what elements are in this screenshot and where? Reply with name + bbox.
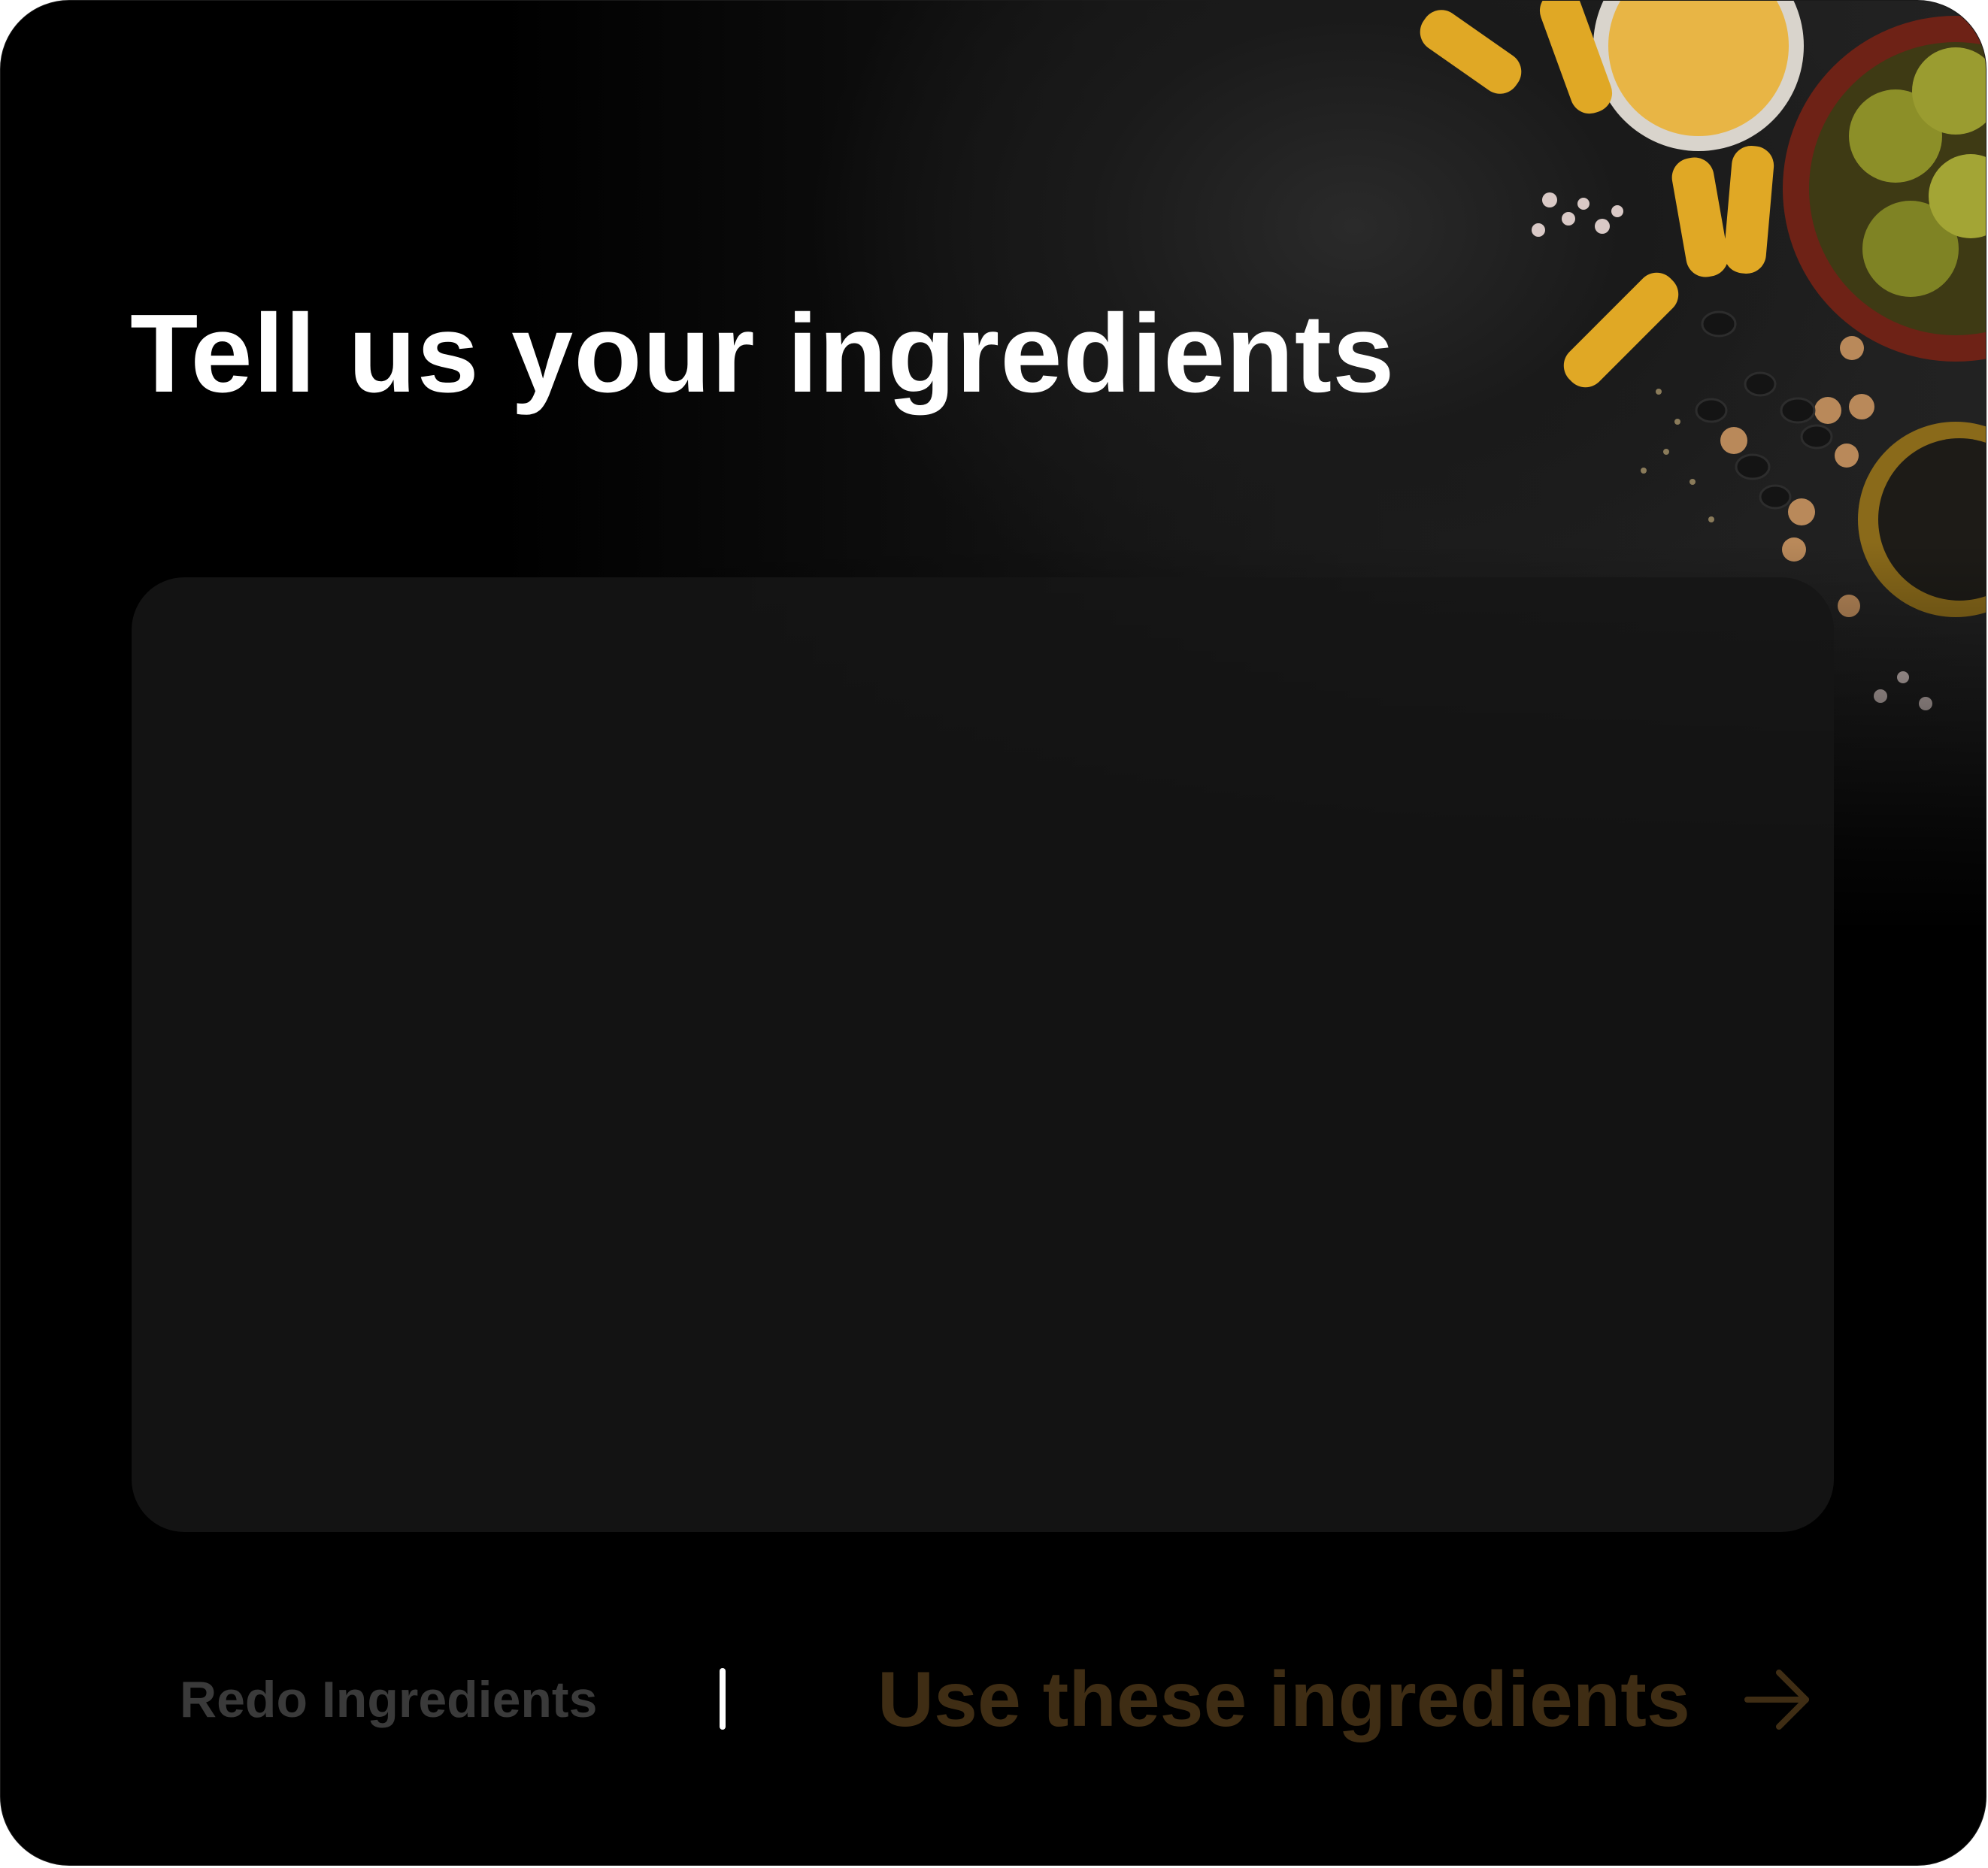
use-ingredients-label: Use these ingredients [877,1656,1690,1743]
app-window: Tell us your ingredients Redo Ingredient… [0,0,1986,1866]
black-beans [1695,310,1833,510]
use-ingredients-button[interactable]: Use these ingredients [877,1655,1812,1745]
redo-ingredients-button[interactable]: Redo Ingredients [180,1670,597,1730]
page-title: Tell us your ingredients [130,292,1396,416]
ingredients-input[interactable] [132,577,1834,1532]
footer-actions: Redo Ingredients Use these ingredients [1,1632,1986,1767]
arrow-right-icon [1744,1670,1809,1730]
divider [720,1668,726,1730]
